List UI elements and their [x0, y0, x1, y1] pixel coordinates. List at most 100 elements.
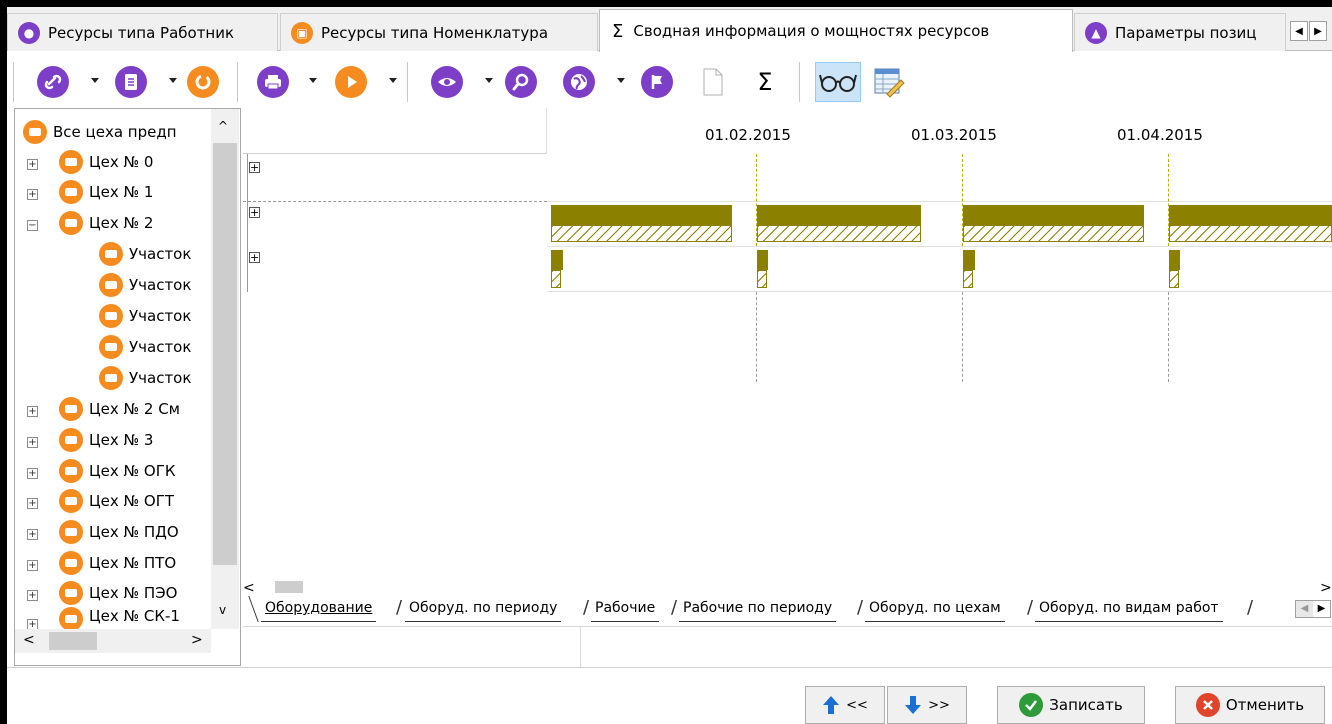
tab-capacity-summary[interactable]: Σ Сводная информация о мощностях ресурсо… — [599, 9, 1073, 52]
previous-button[interactable]: << — [805, 686, 885, 724]
new-page-button[interactable] — [697, 66, 729, 98]
print-button[interactable] — [257, 66, 289, 98]
tree-item[interactable]: Цех № ПЭО — [59, 578, 177, 608]
tree-item[interactable]: Участок — [99, 363, 191, 393]
tab-divider: / — [396, 597, 403, 618]
scroll-left-icon[interactable]: < — [23, 632, 35, 648]
tree-horizontal-scrollbar[interactable]: < > — [15, 629, 211, 653]
expand-icon[interactable]: + — [27, 468, 38, 479]
tree-item[interactable]: Цех № ОГТ — [59, 486, 174, 516]
globe-button[interactable] — [563, 66, 595, 98]
tree-item[interactable]: Цех № ОГК — [59, 456, 176, 486]
tree-item[interactable]: Участок — [99, 239, 191, 269]
scroll-thumb[interactable] — [213, 143, 237, 565]
expand-icon[interactable]: + — [27, 189, 38, 200]
tab-equipment-workshops[interactable]: Оборуд. по цехам — [865, 596, 1005, 622]
expand-row-icon[interactable]: + — [249, 252, 260, 263]
print-dropdown-arrow[interactable] — [309, 78, 317, 83]
flag-button[interactable] — [641, 66, 673, 98]
cancel-button[interactable]: Отменить — [1175, 686, 1325, 724]
tree-item[interactable]: Участок — [99, 270, 191, 300]
view-dropdown-arrow[interactable] — [485, 78, 493, 83]
tab-workers[interactable]: Рабочие — [591, 596, 660, 622]
document-dropdown-arrow[interactable] — [169, 78, 177, 83]
glasses-toggle-button[interactable] — [815, 62, 861, 102]
collapse-icon[interactable]: − — [27, 220, 38, 231]
scroll-down-icon[interactable]: v — [219, 603, 226, 617]
link-icon — [37, 66, 69, 98]
capacity-bar[interactable] — [963, 205, 1144, 225]
load-bar[interactable] — [1169, 225, 1332, 242]
save-button[interactable]: Записать — [997, 686, 1145, 724]
tab-scroll-right-button[interactable]: ▶ — [1309, 21, 1327, 41]
tree-item[interactable]: Цех № 2 См — [59, 394, 180, 424]
expand-icon[interactable]: + — [27, 529, 38, 540]
search-button[interactable] — [505, 66, 537, 98]
tab-equipment-work-types[interactable]: Оборуд. по видам работ — [1035, 596, 1223, 622]
document-button[interactable] — [115, 66, 147, 98]
capacity-bar[interactable] — [1169, 250, 1180, 270]
tab-nomenclature-resources[interactable]: ▣ Ресурсы типа Номенклатура — [280, 13, 598, 51]
next-button[interactable]: >> — [887, 686, 967, 724]
tree-item[interactable]: Цех № 3 — [59, 425, 153, 455]
tab-workers-period[interactable]: Рабочие по периоду — [679, 596, 837, 622]
tree-item[interactable]: Цех № ПДО — [59, 517, 179, 547]
load-bar[interactable] — [551, 270, 561, 288]
scroll-right-icon[interactable]: > — [191, 632, 203, 648]
load-bar[interactable] — [757, 225, 921, 242]
tab-position-parameters[interactable]: ▲ Параметры позиц — [1074, 13, 1286, 51]
run-dropdown-arrow[interactable] — [389, 78, 397, 83]
scroll-up-icon[interactable]: ^ — [218, 119, 228, 133]
tab-nav-left-icon[interactable]: ◀ — [1296, 601, 1313, 617]
expand-row-icon[interactable]: + — [249, 207, 260, 218]
tree-item[interactable]: Цех № 2 — [59, 208, 153, 238]
scroll-right-icon[interactable]: > — [1320, 580, 1332, 596]
load-bar[interactable] — [963, 270, 973, 288]
expand-icon[interactable]: + — [27, 590, 38, 601]
link-button[interactable] — [37, 66, 69, 98]
tab-nav-right-icon[interactable]: ▶ — [1313, 601, 1330, 617]
expand-icon[interactable]: + — [27, 406, 38, 417]
load-bar[interactable] — [551, 225, 732, 242]
tree-item[interactable]: Цех № СК-1 — [59, 607, 180, 631]
tab-equipment-period[interactable]: Оборуд. по периоду — [405, 596, 562, 622]
expand-icon[interactable]: + — [27, 159, 38, 170]
capacity-bar[interactable] — [963, 250, 975, 270]
expand-icon[interactable]: + — [27, 437, 38, 448]
view-button[interactable] — [431, 66, 463, 98]
load-bar[interactable] — [757, 270, 767, 288]
tree-item[interactable]: Цех № 1 — [59, 177, 153, 207]
link-dropdown-arrow[interactable] — [91, 78, 99, 83]
expand-row-icon[interactable]: + — [249, 162, 260, 173]
tab-nav-buttons[interactable]: ◀ ▶ — [1295, 600, 1331, 618]
expand-icon[interactable]: + — [27, 498, 38, 509]
run-button[interactable] — [335, 66, 367, 98]
sigma-icon: Σ — [612, 20, 624, 42]
tree-vertical-scrollbar[interactable]: ^ v — [211, 109, 239, 629]
refresh-button[interactable] — [187, 66, 219, 98]
scroll-thumb[interactable] — [49, 632, 97, 650]
capacity-bar[interactable] — [551, 250, 563, 270]
tab-worker-resources[interactable]: ● Ресурсы типа Работник — [7, 13, 278, 51]
globe-dropdown-arrow[interactable] — [617, 78, 625, 83]
expand-icon[interactable]: + — [27, 560, 38, 571]
capacity-bar[interactable] — [551, 205, 732, 225]
tree-item[interactable]: Участок — [99, 301, 191, 331]
section-icon — [99, 273, 123, 297]
tab-equipment[interactable]: Оборудование — [261, 596, 377, 622]
capacity-bar[interactable] — [757, 250, 768, 270]
tree-item[interactable]: Цех № ПТО — [59, 548, 176, 578]
tree-root[interactable]: Все цеха предп — [23, 117, 177, 147]
scroll-left-icon[interactable]: < — [243, 580, 255, 596]
load-bar[interactable] — [963, 225, 1144, 242]
capacity-bar[interactable] — [1169, 205, 1332, 225]
tree-item[interactable]: Участок — [99, 332, 191, 362]
capacity-bar[interactable] — [757, 205, 921, 225]
tab-scroll-left-button[interactable]: ◀ — [1290, 21, 1308, 41]
workshop-icon — [59, 397, 83, 421]
load-bar[interactable] — [1169, 270, 1179, 288]
tree-item[interactable]: Цех № 0 — [59, 147, 153, 177]
sum-button[interactable]: Σ — [749, 66, 781, 98]
edit-grid-button[interactable] — [873, 66, 905, 98]
scroll-thumb[interactable] — [275, 581, 303, 593]
